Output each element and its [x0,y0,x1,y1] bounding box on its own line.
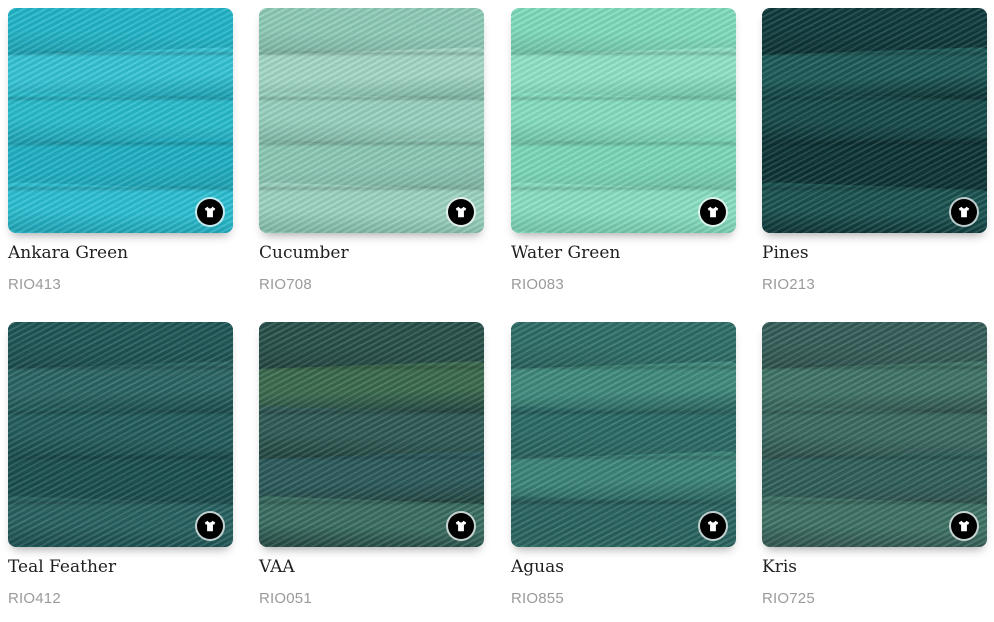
yarn-texture [511,8,736,233]
tshirt-icon[interactable] [951,199,977,225]
tshirt-icon[interactable] [951,513,977,539]
product-name[interactable]: Aguas [511,556,564,578]
product-card[interactable]: Teal Feather RIO412 [8,322,233,622]
tshirt-icon[interactable] [448,513,474,539]
product-grid: Ankara Green RIO413 Cucumber RIO708 Wate… [0,0,994,612]
product-code: RIO725 [762,590,815,607]
product-name[interactable]: Ankara Green [8,242,128,264]
product-code: RIO083 [511,276,564,293]
product-name[interactable]: Cucumber [259,242,349,264]
tshirt-icon[interactable] [197,199,223,225]
yarn-swatch-image[interactable] [762,322,987,547]
product-code: RIO412 [8,590,61,607]
yarn-swatch-image[interactable] [762,8,987,233]
yarn-swatch-image[interactable] [259,8,484,233]
tshirt-icon[interactable] [700,513,726,539]
product-name[interactable]: Water Green [511,242,620,264]
tshirt-icon[interactable] [700,199,726,225]
product-card[interactable]: Water Green RIO083 [511,8,736,308]
product-name[interactable]: Teal Feather [8,556,116,578]
product-code: RIO413 [8,276,61,293]
yarn-texture [259,322,484,547]
yarn-swatch-image[interactable] [259,322,484,547]
product-code: RIO213 [762,276,815,293]
yarn-swatch-image[interactable] [8,322,233,547]
tshirt-icon[interactable] [197,513,223,539]
yarn-texture [762,8,987,233]
product-card[interactable]: VAA RIO051 [259,322,484,622]
product-code: RIO051 [259,590,312,607]
product-name[interactable]: Pines [762,242,809,264]
yarn-texture [8,322,233,547]
product-card[interactable]: Kris RIO725 [762,322,987,622]
yarn-texture [8,8,233,233]
tshirt-icon[interactable] [448,199,474,225]
product-code: RIO855 [511,590,564,607]
yarn-swatch-image[interactable] [511,8,736,233]
yarn-texture [511,322,736,547]
product-code: RIO708 [259,276,312,293]
product-card[interactable]: Ankara Green RIO413 [8,8,233,308]
product-name[interactable]: VAA [259,556,295,578]
yarn-texture [762,322,987,547]
product-card[interactable]: Pines RIO213 [762,8,987,308]
yarn-texture [259,8,484,233]
product-card[interactable]: Aguas RIO855 [511,322,736,622]
yarn-swatch-image[interactable] [8,8,233,233]
product-name[interactable]: Kris [762,556,797,578]
product-card[interactable]: Cucumber RIO708 [259,8,484,308]
yarn-swatch-image[interactable] [511,322,736,547]
